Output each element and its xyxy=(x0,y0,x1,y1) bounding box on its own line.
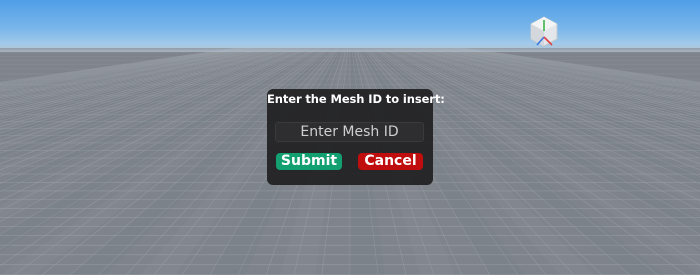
submit-button[interactable]: Submit xyxy=(276,153,342,170)
view-cube-icon[interactable] xyxy=(527,15,561,49)
horizon-haze xyxy=(0,44,700,52)
dialog-title: Enter the Mesh ID to insert: xyxy=(267,92,445,106)
studio-viewport[interactable]: Enter the Mesh ID to insert: Submit Canc… xyxy=(0,0,700,275)
insert-mesh-dialog: Enter the Mesh ID to insert: Submit Canc… xyxy=(267,89,445,185)
mesh-id-input[interactable] xyxy=(275,122,424,142)
cancel-button[interactable]: Cancel xyxy=(358,153,423,170)
